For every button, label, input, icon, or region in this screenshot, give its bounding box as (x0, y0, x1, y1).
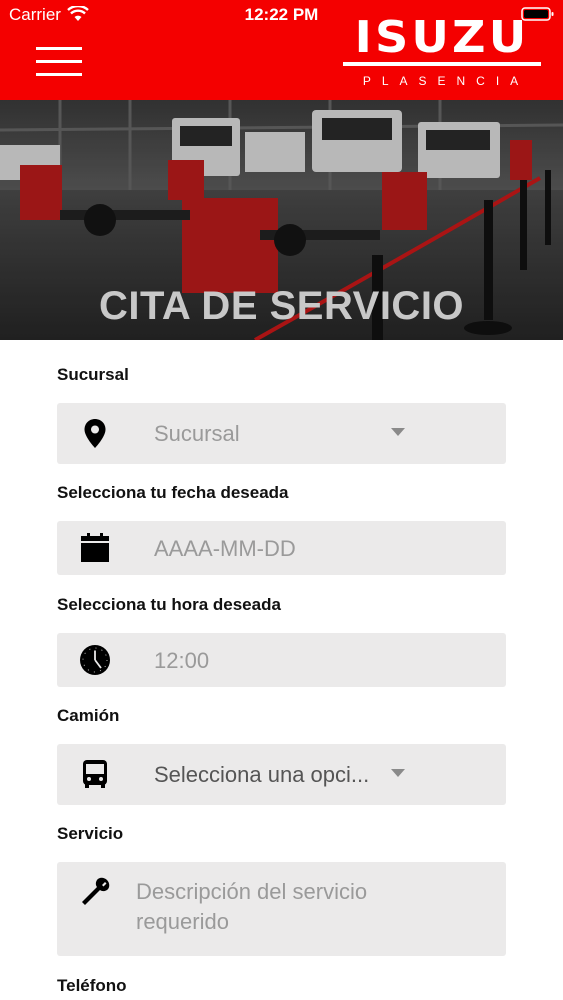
page-title: CITA DE SERVICIO (98, 284, 465, 328)
phone-label: Teléfono (57, 976, 127, 995)
time-label: Selecciona tu hora deseada (57, 595, 281, 614)
branch-label: Sucursal (57, 365, 129, 384)
hamburger-menu-button[interactable] (36, 45, 82, 79)
brand-logo-text: ISUZU (354, 12, 530, 63)
time-input-value: 12:00 (154, 648, 210, 673)
service-placeholder-line1: Descripción del servicio (136, 879, 368, 904)
wrench-icon (82, 877, 110, 905)
brand-subtitle: PLASENCIA (362, 74, 530, 88)
truck-select-value: Selecciona una opci... (154, 762, 370, 787)
branch-select-value: Sucursal (154, 421, 240, 446)
menu-bar-icon (36, 47, 82, 50)
menu-bar-icon (36, 60, 82, 63)
branch-select[interactable]: Sucursal (57, 403, 506, 464)
date-input-placeholder: AAAA-MM-DD (154, 536, 296, 561)
truck-select[interactable]: Selecciona una opci... (57, 744, 506, 805)
chevron-down-icon (391, 769, 405, 777)
bus-icon (83, 760, 107, 788)
truck-label: Camión (57, 706, 120, 725)
clock-icon (80, 645, 110, 675)
menu-bar-icon (36, 73, 82, 76)
service-description-textarea[interactable]: Descripción del servicio requerido (57, 862, 506, 956)
chevron-down-icon (391, 428, 405, 436)
isuzu-plasencia-logo: ISUZU PLASENCIA (342, 16, 542, 88)
time-input[interactable]: 12:00 (57, 633, 506, 687)
date-label: Selecciona tu fecha deseada (57, 483, 289, 502)
service-label: Servicio (57, 824, 124, 843)
service-placeholder-line2: requerido (136, 909, 229, 934)
map-pin-icon (84, 419, 106, 448)
app-header: Carrier 12:22 PM ISUZU PLASENCIA (0, 0, 563, 100)
calendar-icon (81, 533, 109, 562)
date-input[interactable]: AAAA-MM-DD (57, 521, 506, 575)
